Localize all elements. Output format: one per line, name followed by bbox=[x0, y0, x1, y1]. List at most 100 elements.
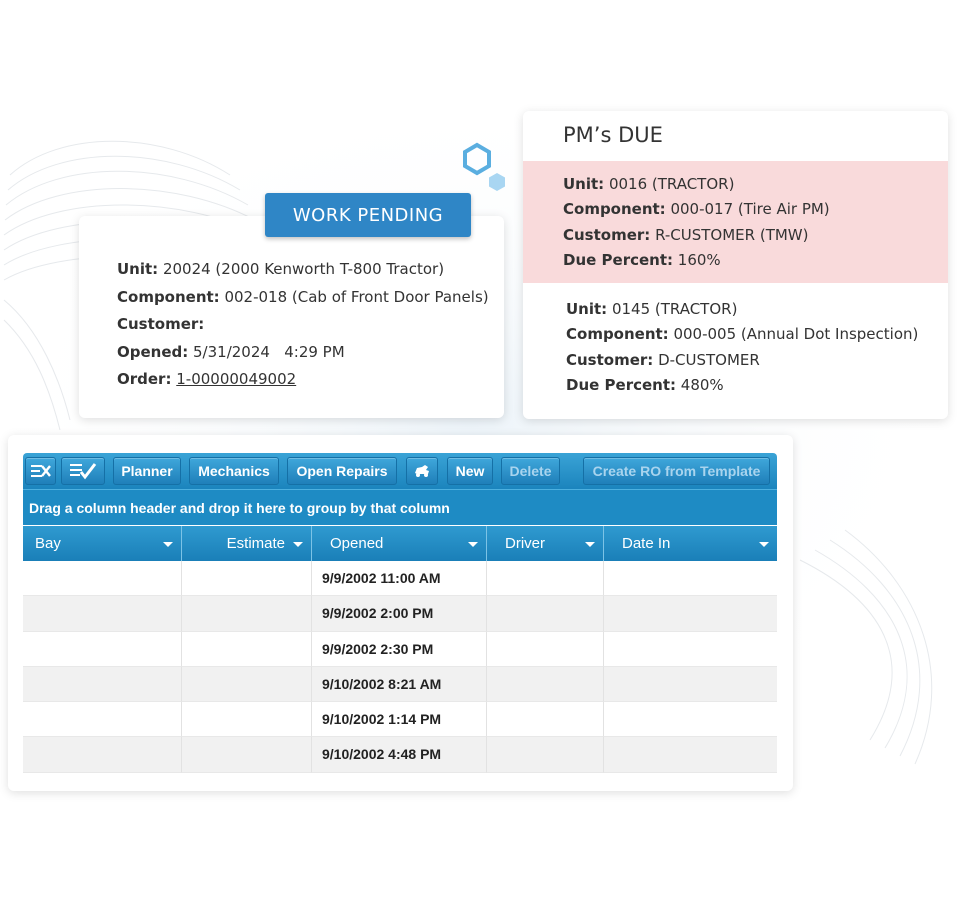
pm-customer-line: Customer: R-CUSTOMER (TMW) bbox=[563, 223, 830, 248]
column-header-date-in[interactable]: Date In bbox=[604, 526, 777, 561]
table-row[interactable]: 9/9/2002 11:00 AM bbox=[23, 561, 777, 597]
component-label: Component: bbox=[117, 287, 220, 306]
cell-date-in bbox=[604, 737, 777, 773]
cell-estimate bbox=[182, 737, 312, 773]
cell-opened: 9/9/2002 2:00 PM bbox=[312, 596, 487, 632]
cell-bay bbox=[23, 631, 182, 667]
column-header-bay[interactable]: Bay bbox=[23, 526, 182, 561]
pm-customer-label: Customer: bbox=[563, 225, 651, 244]
cell-opened: 9/10/2002 1:14 PM bbox=[312, 702, 487, 738]
pm-item[interactable]: Unit: 0145 (TRACTOR) Component: 000-005 … bbox=[566, 297, 918, 398]
table-row[interactable]: 9/9/2002 2:30 PM bbox=[23, 631, 777, 667]
cell-estimate bbox=[182, 666, 312, 703]
order-label: Order: bbox=[117, 370, 172, 388]
cell-date-in bbox=[604, 702, 777, 738]
column-menu-icon[interactable] bbox=[468, 542, 478, 547]
cell-date-in bbox=[604, 596, 777, 632]
cell-bay bbox=[23, 666, 182, 703]
column-header-driver[interactable]: Driver bbox=[487, 526, 604, 561]
table-row[interactable]: 9/9/2002 2:00 PM bbox=[23, 596, 777, 632]
pm-due-label: Due Percent: bbox=[563, 250, 674, 269]
opened-label: Opened: bbox=[117, 342, 189, 361]
create-ro-from-template-button[interactable]: Create RO from Template bbox=[583, 457, 770, 485]
cell-opened: 9/10/2002 8:21 AM bbox=[312, 666, 487, 703]
pm-unit-line: Unit: 0145 (TRACTOR) bbox=[566, 297, 918, 322]
component-value: 002-018 (Cab of Front Door Panels) bbox=[219, 287, 489, 306]
cell-date-in bbox=[604, 561, 777, 597]
cell-driver bbox=[487, 737, 604, 773]
edit-checklist-button[interactable] bbox=[61, 457, 105, 485]
cell-bay bbox=[23, 737, 182, 773]
order-link[interactable]: 1-00000049002 bbox=[176, 370, 296, 388]
pm-due-value: 480% bbox=[676, 375, 724, 394]
unit-value: 20024 (2000 Kenworth T-800 Tractor) bbox=[158, 260, 445, 278]
grid-header-row: Bay Estimate Opened Driver Date In bbox=[23, 526, 777, 561]
opened-value: 5/31/2024 4:29 PM bbox=[188, 342, 345, 361]
pm-item[interactable]: Unit: 0016 (TRACTOR) Component: 000-017 … bbox=[563, 172, 830, 273]
pm-unit-label: Unit: bbox=[566, 300, 608, 318]
pm-component-label: Component: bbox=[563, 200, 666, 219]
order-line: Order: 1-00000049002 bbox=[117, 366, 489, 394]
column-header-label: Opened bbox=[330, 535, 384, 552]
work-pending-card: Unit: 20024 (2000 Kenworth T-800 Tractor… bbox=[79, 216, 504, 418]
column-header-label: Date In bbox=[622, 535, 671, 552]
column-menu-icon[interactable] bbox=[293, 542, 303, 547]
cell-estimate bbox=[182, 702, 312, 738]
pm-customer-line: Customer: D-CUSTOMER bbox=[566, 348, 918, 373]
column-menu-icon[interactable] bbox=[585, 542, 595, 547]
pm-component-line: Component: 000-017 (Tire Air PM) bbox=[563, 197, 830, 222]
component-line: Component: 002-018 (Cab of Front Door Pa… bbox=[117, 284, 489, 312]
column-menu-icon[interactable] bbox=[759, 542, 769, 547]
mechanics-button[interactable]: Mechanics bbox=[189, 457, 279, 485]
open-repairs-button[interactable]: Open Repairs bbox=[287, 457, 397, 485]
table-row[interactable]: 9/10/2002 1:14 PM bbox=[23, 702, 777, 738]
cell-driver bbox=[487, 666, 604, 703]
cell-bay bbox=[23, 596, 182, 632]
new-button[interactable]: New bbox=[447, 457, 493, 485]
cell-estimate bbox=[182, 561, 312, 597]
cell-driver bbox=[487, 561, 604, 597]
column-header-opened[interactable]: Opened bbox=[312, 526, 487, 561]
delete-button[interactable]: Delete bbox=[501, 457, 560, 485]
clear-filter-icon bbox=[30, 465, 51, 477]
cell-date-in bbox=[604, 632, 777, 667]
pm-due-value: 160% bbox=[673, 250, 721, 269]
pm-component-label: Component: bbox=[566, 325, 669, 344]
unit-label: Unit: bbox=[117, 260, 159, 278]
customer-line: Customer: bbox=[117, 311, 489, 339]
tow-truck-icon bbox=[415, 465, 429, 477]
pm-due-line: Due Percent: 160% bbox=[563, 248, 830, 273]
group-by-drop-zone[interactable]: Drag a column header and drop it here to… bbox=[23, 489, 777, 525]
table-row[interactable]: 9/10/2002 8:21 AM bbox=[23, 666, 777, 703]
pm-unit-label: Unit: bbox=[563, 175, 605, 193]
pm-due-label: Due Percent: bbox=[566, 375, 677, 394]
pm-component-value: 000-017 (Tire Air PM) bbox=[665, 200, 830, 219]
unit-line: Unit: 20024 (2000 Kenworth T-800 Tractor… bbox=[117, 256, 489, 284]
pm-component-value: 000-005 (Annual Dot Inspection) bbox=[668, 325, 919, 344]
tow-truck-button[interactable] bbox=[406, 457, 438, 485]
cell-date-in bbox=[604, 667, 777, 703]
customer-label: Customer: bbox=[117, 315, 205, 333]
clear-filter-button[interactable] bbox=[25, 457, 56, 485]
cell-driver bbox=[487, 702, 604, 738]
column-menu-icon[interactable] bbox=[163, 542, 173, 547]
planner-button[interactable]: Planner bbox=[113, 457, 181, 485]
column-header-estimate[interactable]: Estimate bbox=[182, 526, 312, 561]
grid-toolbar: Planner Mechanics Open Repairs New Delet… bbox=[23, 453, 777, 489]
cell-driver bbox=[487, 596, 604, 632]
pm-unit-line: Unit: 0016 (TRACTOR) bbox=[563, 172, 830, 197]
cell-bay bbox=[23, 702, 182, 738]
pm-customer-value: R-CUSTOMER (TMW) bbox=[650, 225, 809, 244]
pm-customer-label: Customer: bbox=[566, 350, 654, 369]
pm-due-line: Due Percent: 480% bbox=[566, 373, 918, 398]
opened-line: Opened: 5/31/2024 4:29 PM bbox=[117, 339, 489, 367]
column-header-label: Estimate bbox=[226, 535, 285, 552]
work-pending-badge: WORK PENDING bbox=[265, 193, 471, 237]
table-row[interactable]: 9/10/2002 4:48 PM bbox=[23, 737, 777, 773]
cell-bay bbox=[23, 561, 182, 597]
edit-checklist-icon bbox=[70, 463, 97, 480]
cell-estimate bbox=[182, 631, 312, 667]
work-pending-details: Unit: 20024 (2000 Kenworth T-800 Tractor… bbox=[117, 256, 489, 394]
pms-due-title: PM’s DUE bbox=[563, 123, 663, 147]
pm-customer-value: D-CUSTOMER bbox=[653, 350, 760, 369]
